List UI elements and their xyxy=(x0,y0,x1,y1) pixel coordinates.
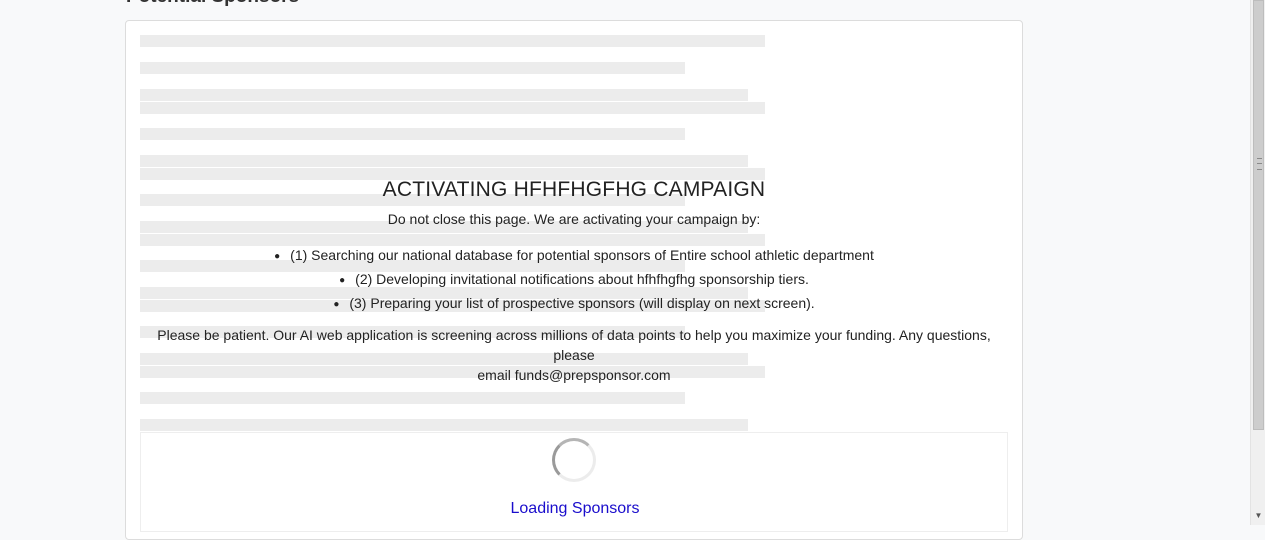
loading-sponsors-label: Loading Sponsors xyxy=(510,500,640,517)
step-text: (3) Preparing your list of prospective s… xyxy=(349,295,815,311)
skeleton-line xyxy=(140,89,748,101)
skeleton-line xyxy=(140,392,685,404)
activation-subtitle: Do not close this page. We are activatin… xyxy=(387,211,761,227)
bullet-icon: ● xyxy=(333,299,340,310)
step-item: ● (2) Developing invitational notificatio… xyxy=(125,271,1023,289)
patience-line: Please be patient. Our AI web applicatio… xyxy=(157,327,991,363)
scrollbar-thumb[interactable] xyxy=(1253,0,1264,430)
activation-overlay: ACTIVATING HFHFHGFHG CAMPAIGN Do not clo… xyxy=(125,170,1023,385)
loading-panel: Loading Sponsors xyxy=(140,432,1008,532)
step-item: ● (3) Preparing your list of prospective … xyxy=(125,295,1023,313)
skeleton-line xyxy=(140,419,748,431)
grip-icon xyxy=(1257,158,1262,170)
step-item: ● (1) Searching our national database for… xyxy=(125,247,1023,265)
page-title: Potential Sponsors xyxy=(126,0,299,8)
bullet-icon: ● xyxy=(274,251,281,262)
activation-steps: ● (1) Searching our national database for… xyxy=(125,247,1023,313)
patience-message: Please be patient. Our AI web applicatio… xyxy=(125,325,1023,385)
skeleton-line xyxy=(140,62,685,74)
step-text: (1) Searching our national database for … xyxy=(290,247,874,263)
activation-title: ACTIVATING HFHFHGFHG CAMPAIGN xyxy=(382,178,766,201)
skeleton-line xyxy=(140,102,765,114)
skeleton-line xyxy=(140,35,765,47)
skeleton-line xyxy=(140,128,685,140)
loading-spinner-icon xyxy=(552,438,596,482)
patience-line-email: email funds@prepsponsor.com xyxy=(477,367,671,383)
scroll-down-arrow-icon[interactable]: ▼ xyxy=(1251,509,1265,523)
step-text: (2) Developing invitational notification… xyxy=(355,271,809,287)
skeleton-line xyxy=(140,155,748,167)
bullet-icon: ● xyxy=(339,275,346,286)
vertical-scrollbar[interactable]: ▼ xyxy=(1250,0,1265,525)
